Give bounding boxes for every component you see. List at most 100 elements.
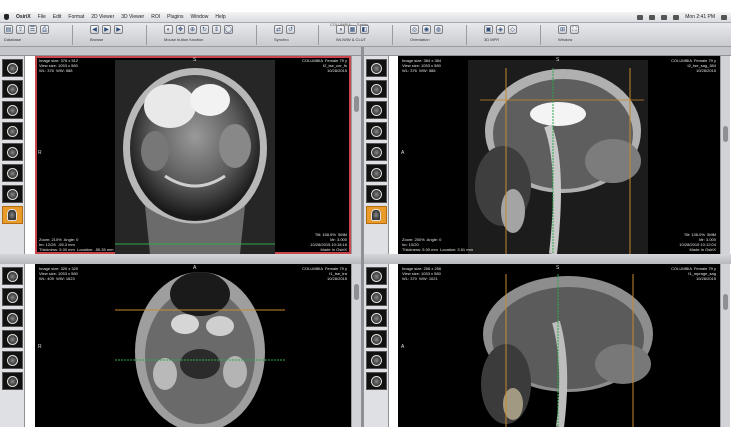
series-thumbnail[interactable] [1, 372, 23, 390]
sagittal-button[interactable]: ◍ [434, 25, 443, 34]
series-thumbnail[interactable] [365, 309, 387, 327]
wifi-icon[interactable] [649, 14, 656, 20]
mpr-button[interactable]: ▣ [484, 25, 493, 34]
reset-button[interactable]: ↺ [286, 25, 295, 34]
database-button[interactable]: ▤ [4, 25, 13, 34]
export-button[interactable]: ⇪ [16, 25, 25, 34]
series-thumbnail[interactable] [365, 267, 387, 285]
coronal-button[interactable]: ◉ [422, 25, 431, 34]
scroll-knob[interactable] [723, 294, 728, 310]
opacity-button[interactable]: ◧ [360, 25, 369, 34]
play-button[interactable]: ▶ [102, 25, 111, 34]
spotlight-icon[interactable] [721, 14, 727, 20]
volume-icon[interactable] [661, 14, 668, 20]
print-button[interactable]: ⎙ [40, 25, 49, 34]
viewer-scrollbar-sagittal-t1[interactable] [720, 264, 730, 427]
series-thumbnail[interactable] [365, 206, 387, 224]
next-icon: ▶ [116, 26, 121, 33]
series-thumbnail[interactable] [365, 185, 387, 203]
wlww-button[interactable]: ◑ [336, 25, 345, 34]
series-thumbnail[interactable] [1, 288, 23, 306]
overlay-image-info: Image size: 384 x 384 View size: 1053 x … [402, 58, 442, 73]
series-thumbnail[interactable] [1, 143, 23, 161]
rotate-button[interactable]: ↻ [200, 25, 209, 34]
column-divider[interactable] [361, 47, 364, 427]
axial-button[interactable]: ◎ [410, 25, 419, 34]
series-thumbnail[interactable] [365, 372, 387, 390]
series-thumbnail[interactable] [1, 206, 23, 224]
status-menus: Mon 2:41 PM [637, 14, 727, 20]
move-button[interactable]: ✥ [176, 25, 185, 34]
viewer-coronal[interactable]: S R Image size: 376 x 512 View size: 105… [35, 56, 351, 254]
series-thumbnail[interactable] [365, 122, 387, 140]
menu-roi[interactable]: ROI [151, 14, 160, 20]
series-thumbnail[interactable] [1, 122, 23, 140]
contrast-button[interactable]: ◐ [164, 25, 173, 34]
menu-window[interactable]: Window [191, 14, 209, 20]
brain-thumbnail-icon [6, 83, 18, 95]
menu-format[interactable]: Format [68, 14, 84, 20]
series-thumbnail[interactable] [1, 351, 23, 369]
series-thumbnail[interactable] [365, 59, 387, 77]
series-thumbnail[interactable] [1, 164, 23, 182]
viewer-scrollbar-sagittal-t2[interactable] [720, 56, 730, 254]
series-thumbnail[interactable] [365, 101, 387, 119]
tile-button[interactable]: ⊞ [558, 25, 567, 34]
battery-icon[interactable] [673, 14, 680, 20]
menu-app-name[interactable]: OsiriX [16, 14, 31, 20]
brain-thumbnail-icon [370, 188, 382, 200]
toolbar-group-label: Browse [90, 37, 104, 42]
series-thumbnail[interactable] [365, 288, 387, 306]
zoom-button[interactable]: ⊕ [188, 25, 197, 34]
series-thumbnail[interactable] [1, 267, 23, 285]
mip-button[interactable]: ◇ [508, 25, 517, 34]
report-button[interactable]: ☰ [28, 25, 37, 34]
clut-button[interactable]: ▦ [348, 25, 357, 34]
series-thumbnail[interactable] [365, 330, 387, 348]
series-thumbnail[interactable] [1, 185, 23, 203]
previous-button[interactable]: ◀ [90, 25, 99, 34]
series-thumbnail[interactable] [1, 330, 23, 348]
series-thumbnail[interactable] [365, 80, 387, 98]
volume-button[interactable]: ◈ [496, 25, 505, 34]
menu-plugins[interactable]: Plugins [167, 14, 183, 20]
series-thumbnail[interactable] [1, 101, 23, 119]
scroll-knob[interactable] [723, 126, 728, 142]
toolbar-separator [318, 25, 319, 45]
menu-2d-viewer[interactable]: 2D Viewer [91, 14, 114, 20]
menu-edit[interactable]: Edit [53, 14, 62, 20]
viewer-sagittal-t2[interactable]: S A Image size: 384 x 384 View size: 105… [398, 56, 720, 254]
viewer-axial[interactable]: A R Image size: 320 x 320 View size: 105… [35, 264, 351, 427]
scroll-button[interactable]: ⇕ [212, 25, 221, 34]
viewer-sagittal-t1[interactable]: S A Image size: 256 x 256 View size: 105… [398, 264, 720, 427]
series-thumbnail[interactable] [1, 80, 23, 98]
full-button[interactable]: ⛶ [570, 25, 579, 34]
series-thumbnail[interactable] [365, 164, 387, 182]
sync-button[interactable]: ⇄ [274, 25, 283, 34]
series-thumbnail[interactable] [1, 59, 23, 77]
scroll-knob[interactable] [354, 284, 359, 300]
series-thumbnail[interactable] [1, 309, 23, 327]
menu-file[interactable]: File [38, 14, 46, 20]
viewer-scrollbar-axial[interactable] [351, 264, 361, 427]
viewer-scrollbar-coronal[interactable] [351, 56, 361, 254]
roi-button[interactable]: ◯ [224, 25, 233, 34]
toolbar-group: ◎ ◉ ◍ [410, 25, 443, 34]
database-icon: ▤ [5, 26, 12, 33]
menu-help[interactable]: Help [215, 14, 225, 20]
row-divider[interactable] [0, 254, 731, 264]
series-thumbnail[interactable] [365, 351, 387, 369]
menu-clock[interactable]: Mon 2:41 PM [685, 14, 715, 20]
orientation-left-label: A [401, 150, 405, 156]
brain-thumbnail-icon [370, 167, 382, 179]
apple-icon[interactable] [4, 14, 9, 20]
next-button[interactable]: ▶ [114, 25, 123, 34]
brain-thumbnail-icon [370, 354, 382, 366]
overlay-image-info: Image size: 256 x 256 View size: 1053 x … [402, 266, 442, 281]
move-icon: ✥ [177, 26, 184, 33]
menu-3d-viewer[interactable]: 3D Viewer [121, 14, 144, 20]
scroll-knob[interactable] [354, 96, 359, 112]
toolbar-separator [540, 25, 541, 45]
dropbox-icon[interactable] [637, 14, 644, 20]
series-thumbnail[interactable] [365, 143, 387, 161]
